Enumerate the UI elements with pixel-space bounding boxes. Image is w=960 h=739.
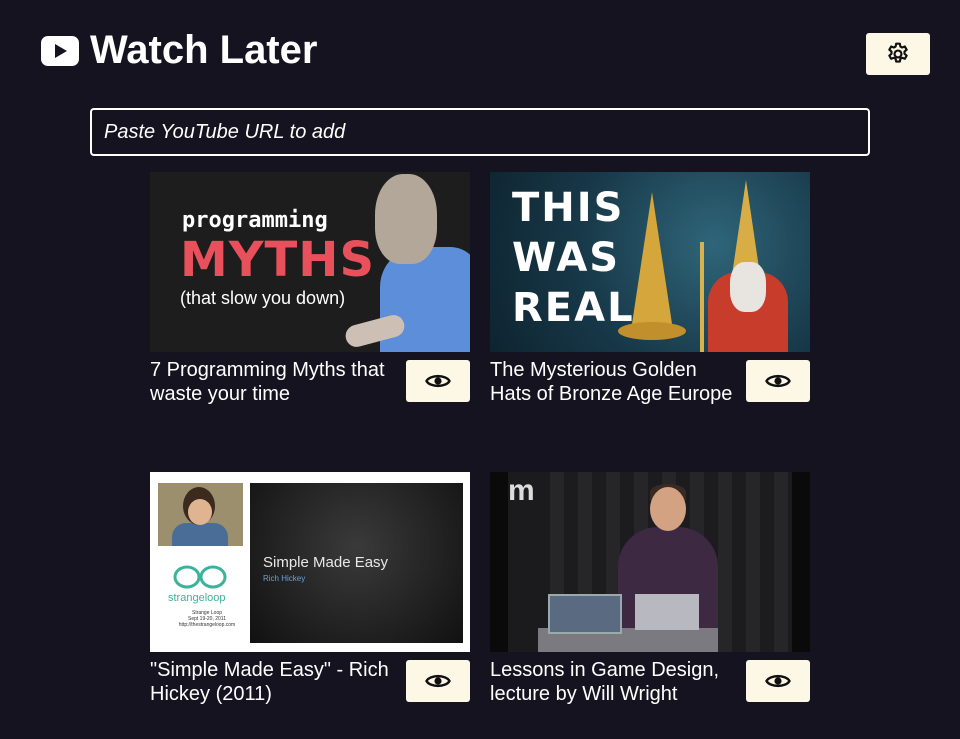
thumbnail-text: WAS <box>512 235 621 281</box>
eye-icon <box>765 374 791 388</box>
thumbnail-text: MYTHS <box>180 232 376 288</box>
eye-icon <box>765 674 791 688</box>
thumbnail-text: Strange Loop Sept 19-20, 2011 http://the… <box>178 610 236 628</box>
settings-button[interactable] <box>866 33 930 75</box>
mark-watched-button[interactable] <box>406 660 470 702</box>
video-card: m Lessons in Game Design, lecture by Wil… <box>490 472 810 705</box>
video-thumbnail[interactable]: strangeloop Strange Loop Sept 19-20, 201… <box>150 472 470 652</box>
thumbnail-text: REAL <box>512 285 635 331</box>
mark-watched-button[interactable] <box>406 360 470 402</box>
mark-watched-button[interactable] <box>746 360 810 402</box>
video-card: THIS WAS REAL The Mysterious Golden Hats… <box>490 172 810 405</box>
thumbnail-text: programming <box>182 208 328 233</box>
thumbnail-text: m <box>508 474 535 507</box>
page-title: Watch Later <box>90 28 318 72</box>
mark-watched-button[interactable] <box>746 660 810 702</box>
app-header: Watch Later <box>0 0 960 100</box>
strangeloop-logo <box>173 565 227 589</box>
video-card: strangeloop Strange Loop Sept 19-20, 201… <box>150 472 470 705</box>
url-input[interactable] <box>90 108 870 156</box>
eye-icon <box>425 374 451 388</box>
video-title[interactable]: The Mysterious Golden Hats of Bronze Age… <box>490 358 735 406</box>
thumbnail-text: strangeloop <box>168 592 226 604</box>
video-title[interactable]: "Simple Made Easy" - Rich Hickey (2011) <box>150 658 395 706</box>
video-title[interactable]: 7 Programming Myths that waste your time <box>150 358 395 406</box>
video-title[interactable]: Lessons in Game Design, lecture by Will … <box>490 658 735 706</box>
video-card: programming MYTHS (that slow you down) 7… <box>150 172 470 405</box>
eye-icon <box>425 674 451 688</box>
video-thumbnail[interactable]: programming MYTHS (that slow you down) <box>150 172 470 352</box>
thumbnail-text: Simple Made Easy <box>263 554 389 571</box>
youtube-play-icon <box>41 36 79 66</box>
gear-icon <box>888 42 908 63</box>
thumbnail-text: Rich Hickey <box>263 574 306 583</box>
video-thumbnail[interactable]: m <box>490 472 810 652</box>
thumbnail-text: THIS <box>512 185 625 231</box>
video-thumbnail[interactable]: THIS WAS REAL <box>490 172 810 352</box>
thumbnail-text: (that slow you down) <box>180 288 346 308</box>
